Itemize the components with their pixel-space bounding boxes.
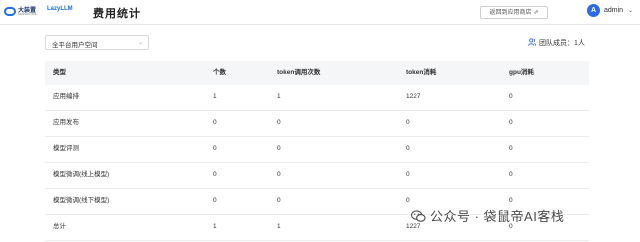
- table-cell: 0: [406, 119, 410, 126]
- space-select-value: 全平台用户空间: [52, 42, 98, 49]
- table-cell: 0: [509, 145, 513, 152]
- table-cell: 应用发布: [53, 119, 79, 126]
- table-cell: 1227: [406, 93, 421, 100]
- avatar[interactable]: A: [587, 4, 600, 17]
- back-button-label: 返回到应用商店: [489, 10, 532, 16]
- watermark-text: 公众号 · 袋鼠帝AI客栈: [430, 209, 565, 224]
- table-cell: 0: [277, 171, 281, 178]
- column-header[interactable]: token消耗: [406, 61, 436, 85]
- space-select[interactable]: 全平台用户空间 ⌄: [45, 35, 149, 50]
- table-cell: 1: [213, 223, 217, 230]
- table-cell: 0: [406, 145, 410, 152]
- table-cell: 0: [406, 197, 410, 204]
- table-cell: 模型微调(线下模型): [53, 197, 110, 204]
- column-header[interactable]: gpu消耗: [509, 61, 534, 85]
- team-members-label: 团队成员：1人: [539, 40, 585, 47]
- table-row: 应用编排 1 1 1227 0: [45, 85, 589, 111]
- table-cell: 总计: [53, 223, 66, 230]
- table-cell: 应用编排: [53, 93, 79, 100]
- team-members: 团队成员：1人: [528, 38, 585, 48]
- watermark: 公众号 · 袋鼠帝AI客栈: [411, 206, 564, 225]
- table-cell: 模型评测: [53, 145, 79, 152]
- table-cell: 0: [277, 145, 281, 152]
- table-cell: 1: [213, 93, 217, 100]
- table-cell: 0: [509, 171, 513, 178]
- table-cell: 0: [213, 119, 217, 126]
- table-cell: 0: [213, 171, 217, 178]
- table-cell: 1: [277, 223, 281, 230]
- top-bar: 大装置 SENSECORE LazyLLM 费用统计 返回到应用商店 ⇗ A ad…: [0, 0, 640, 25]
- brand-subtitle: SENSECORE: [18, 12, 37, 16]
- table-row: 模型评测 0 0 0 0: [45, 137, 589, 163]
- external-link-icon: ⇗: [533, 10, 539, 16]
- sensecore-logo-icon: [4, 7, 16, 16]
- chevron-down-icon: ⌄: [137, 40, 143, 46]
- table-cell: 0: [509, 93, 513, 100]
- chevron-down-icon[interactable]: ⌄: [628, 7, 633, 14]
- wechat-icon: [411, 210, 426, 222]
- column-header[interactable]: token调用次数: [277, 61, 320, 85]
- column-header[interactable]: 类型: [53, 61, 66, 85]
- column-header[interactable]: 个数: [213, 61, 226, 85]
- user-name[interactable]: admin: [604, 7, 623, 14]
- table-cell: 0: [213, 145, 217, 152]
- table-row: 应用发布 0 0 0 0: [45, 111, 589, 137]
- page-title: 费用统计: [93, 8, 141, 20]
- table-cell: 0: [213, 197, 217, 204]
- table-row: 模型微调(线上模型) 0 0 0 0: [45, 163, 589, 189]
- product-name: LazyLLM: [47, 6, 73, 12]
- table-cell: 1: [277, 93, 281, 100]
- table-cell: 0: [406, 171, 410, 178]
- back-to-app-store-button[interactable]: 返回到应用商店 ⇗: [480, 6, 548, 19]
- table-cell: 0: [277, 197, 281, 204]
- table-cell: 0: [277, 119, 281, 126]
- table-cell: 模型微调(线上模型): [53, 171, 110, 178]
- table-header: 类型 个数 token调用次数 token消耗 gpu消耗: [45, 61, 589, 85]
- table-cell: 0: [509, 119, 513, 126]
- team-icon: [528, 38, 536, 46]
